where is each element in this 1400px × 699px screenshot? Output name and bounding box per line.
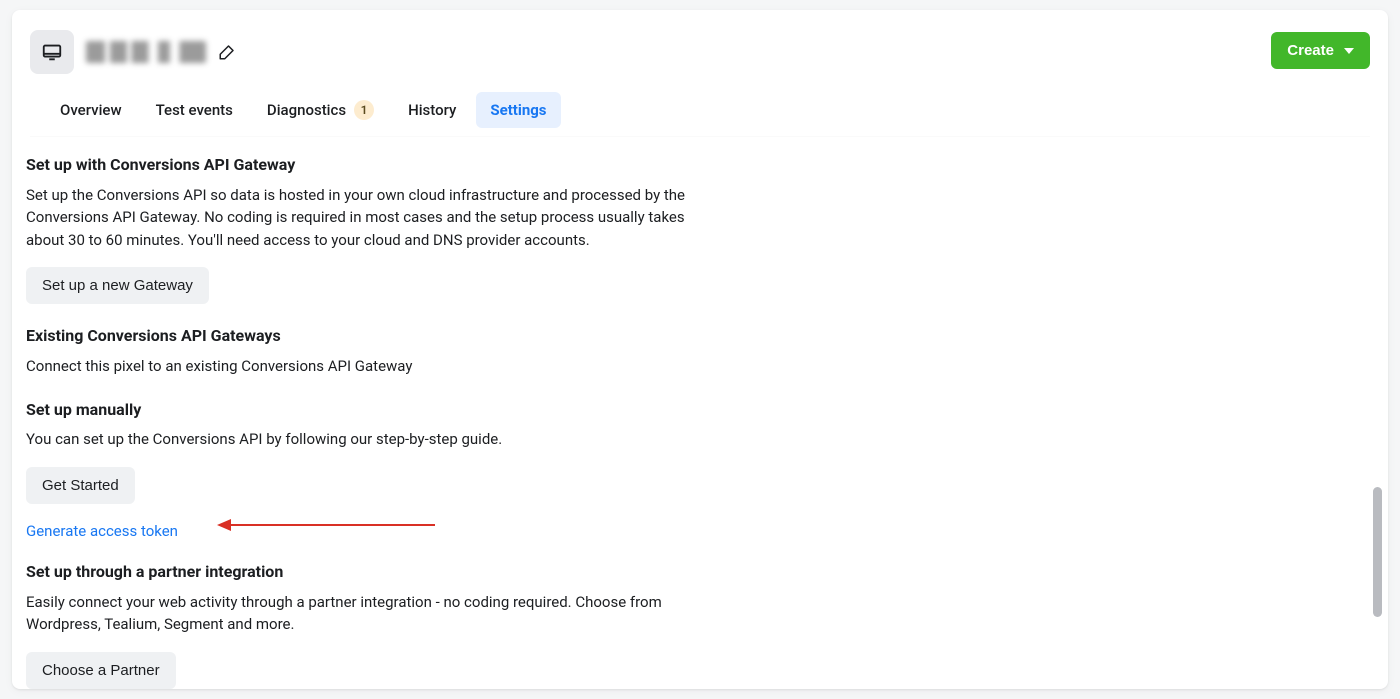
section-title: Set up with Conversions API Gateway: [26, 155, 726, 176]
setup-new-gateway-button[interactable]: Set up a new Gateway: [26, 267, 209, 304]
panel-body: Set up with Conversions API Gateway Set …: [12, 137, 1388, 689]
tab-diagnostics[interactable]: Diagnostics 1: [253, 92, 388, 128]
edit-name-icon[interactable]: [218, 43, 236, 61]
panel-header: Create Overview Test events Diagnostics …: [12, 10, 1388, 137]
section-desc: Connect this pixel to an existing Conver…: [26, 355, 726, 378]
tab-label: Diagnostics: [267, 101, 346, 119]
tab-test-events[interactable]: Test events: [142, 92, 247, 128]
tab-label: Test events: [156, 101, 233, 119]
section-existing-gateways: Existing Conversions API Gateways Connec…: [26, 326, 726, 377]
tab-history[interactable]: History: [394, 92, 470, 128]
section-desc: Easily connect your web activity through…: [26, 591, 726, 636]
section-gateway: Set up with Conversions API Gateway Set …: [26, 155, 726, 304]
tab-settings[interactable]: Settings: [476, 92, 560, 128]
scrollbar-thumb[interactable]: [1373, 487, 1382, 617]
tab-label: Overview: [60, 101, 122, 119]
settings-panel: Create Overview Test events Diagnostics …: [12, 10, 1388, 689]
data-source-name-redacted: [86, 41, 206, 63]
section-title: Existing Conversions API Gateways: [26, 326, 726, 347]
section-title: Set up through a partner integration: [26, 562, 726, 583]
choose-partner-button[interactable]: Choose a Partner: [26, 652, 176, 689]
data-source-icon: [30, 30, 74, 74]
create-button-label: Create: [1287, 42, 1334, 59]
section-manual: Set up manually You can set up the Conve…: [26, 400, 726, 540]
create-button[interactable]: Create: [1271, 32, 1370, 69]
section-desc: Set up the Conversions API so data is ho…: [26, 184, 726, 252]
tab-label: History: [408, 101, 456, 119]
tab-label: Settings: [490, 101, 546, 119]
tab-overview[interactable]: Overview: [46, 92, 136, 128]
get-started-button[interactable]: Get Started: [26, 467, 135, 504]
section-title: Set up manually: [26, 400, 726, 421]
section-partner: Set up through a partner integration Eas…: [26, 562, 726, 689]
chevron-down-icon: [1344, 48, 1354, 54]
tabs: Overview Test events Diagnostics 1 Histo…: [30, 92, 1370, 137]
diagnostics-badge: 1: [354, 100, 374, 120]
generate-access-token-link[interactable]: Generate access token: [26, 522, 178, 540]
section-desc: You can set up the Conversions API by fo…: [26, 428, 726, 451]
